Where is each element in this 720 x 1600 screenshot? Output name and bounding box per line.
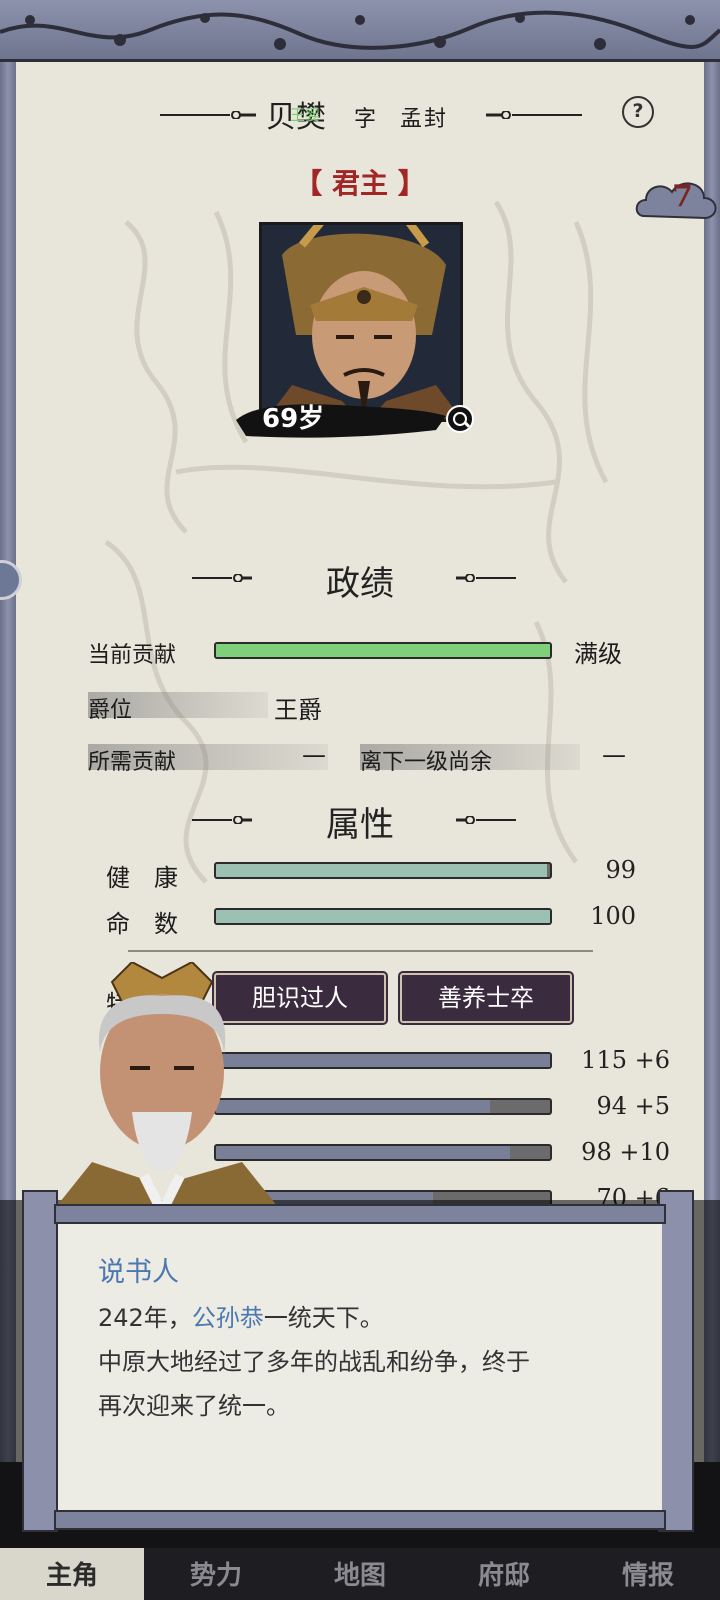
dialog-line-2: 中原大地经过了多年的战乱和纷争，终于 [98, 1348, 530, 1376]
courtesy-name: 孟封 [400, 107, 449, 132]
required-contribution-value: — [302, 741, 326, 769]
health-bar-fill [216, 864, 547, 877]
trait-button-2[interactable]: 善养士卒 [400, 973, 572, 1023]
character-portrait[interactable] [259, 222, 463, 422]
contribution-bar [214, 642, 552, 659]
health-label: 健 康 [106, 864, 178, 892]
fate-label: 命 数 [106, 910, 178, 938]
nav-tab-protagonist[interactable]: 主角 [0, 1548, 144, 1600]
dialog-line-1-prefix: 242年， [98, 1304, 192, 1332]
magnify-icon[interactable] [446, 405, 474, 433]
character-age: 69岁 [262, 404, 325, 434]
nav-tab-faction[interactable]: 势力 [144, 1548, 288, 1600]
ornament-right-icon [486, 111, 582, 119]
name-overlay-text: 王婴 [290, 106, 321, 124]
stat-value-3: 98 +10 [581, 1138, 670, 1166]
top-decorative-border [0, 0, 720, 62]
nav-tab-mansion[interactable]: 府邸 [432, 1548, 576, 1600]
scroll-rod-left [22, 1190, 58, 1532]
rank-value: 王爵 [274, 696, 322, 724]
dialog-line-1-suffix: 一统天下。 [263, 1304, 384, 1332]
scroll-top-edge [54, 1204, 666, 1224]
courtesy-label: 字 [354, 107, 377, 132]
dialog-line-1: 242年，公孙恭一统天下。 [98, 1298, 384, 1333]
governance-section-title: 政绩 [326, 564, 394, 604]
nav-tab-map[interactable]: 地图 [288, 1548, 432, 1600]
scroll-bottom-edge [54, 1510, 666, 1530]
dialog-speaker: 说书人 [98, 1257, 179, 1288]
character-role: 【 君主 】 [294, 167, 426, 200]
bottom-nav: 主角 势力 地图 府邸 情报 [0, 1548, 720, 1600]
floral-pattern-icon [0, 10, 720, 50]
help-icon[interactable]: ? [622, 96, 654, 128]
dialog-highlight-name: 公孙恭 [191, 1304, 264, 1332]
ornament-left-icon [160, 111, 256, 119]
nav-tab-intel[interactable]: 情报 [576, 1548, 720, 1600]
fate-bar [214, 908, 552, 925]
fate-bar-fill [216, 910, 550, 923]
attributes-divider [128, 950, 593, 952]
stat-value-1: 115 +6 [581, 1046, 670, 1074]
dialog-line-3: 再次迎来了统一。 [98, 1392, 290, 1420]
required-contribution-label: 所需贡献 [88, 750, 177, 775]
contribution-bar-fill [216, 644, 550, 657]
fate-value: 100 [590, 902, 636, 930]
remaining-label: 离下一级尚余 [360, 750, 493, 775]
scroll-rod-right [658, 1190, 694, 1532]
attributes-section-title: 属性 [326, 805, 394, 845]
contribution-value: 满级 [574, 640, 622, 668]
stat-value-2: 94 +5 [596, 1092, 670, 1120]
health-bar [214, 862, 552, 879]
warrior-portrait-image [262, 225, 460, 419]
contribution-label: 当前贡献 [88, 643, 177, 668]
health-value: 99 [605, 856, 636, 884]
rank-label: 爵位 [88, 698, 133, 723]
narrator-portrait-image [52, 962, 282, 1212]
remaining-value: — [602, 741, 626, 769]
